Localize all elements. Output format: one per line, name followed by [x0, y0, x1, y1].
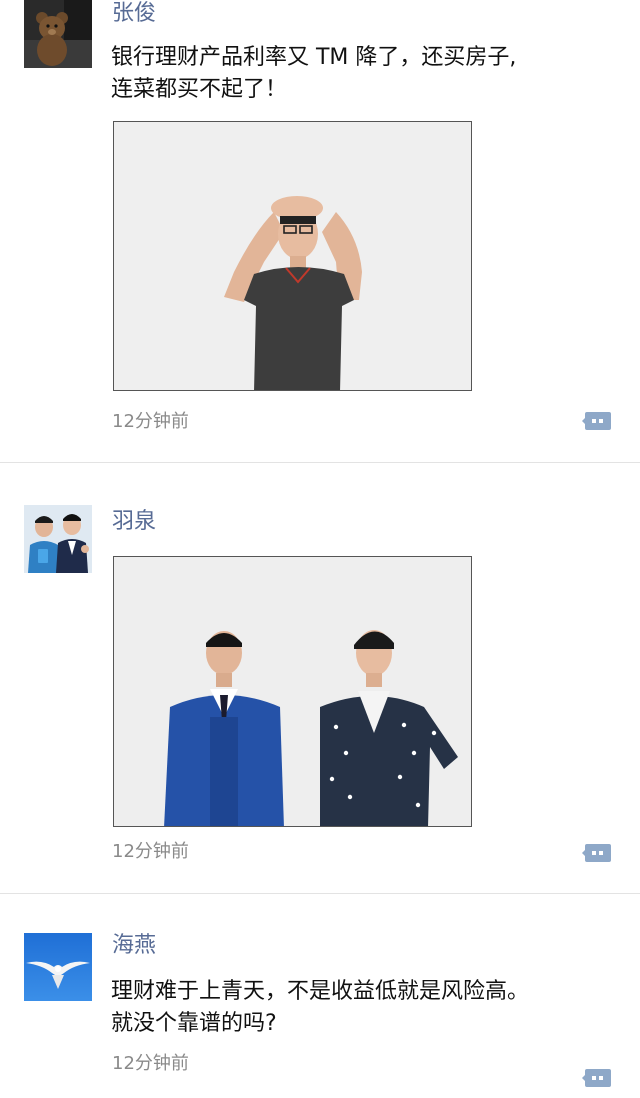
comment-bubble-icon: [582, 1069, 611, 1087]
comment-button[interactable]: [582, 842, 611, 866]
post-photo[interactable]: [113, 121, 472, 391]
man-hands-on-head-photo: [114, 122, 471, 390]
post-text-line: 理财难于上青天，不是收益低就是风险高。: [111, 979, 530, 1004]
divider: [0, 893, 640, 894]
post-text: 理财难于上青天，不是收益低就是风险高。 就没个靠谱的吗?: [111, 976, 611, 1040]
post-text: 银行理财产品利率又 TM 降了，还买房子, 连菜都买不起了！: [111, 42, 611, 106]
author-name[interactable]: 海燕: [112, 932, 156, 960]
two-men-standing-photo: [114, 557, 471, 826]
post-time: 12分钟前: [112, 411, 189, 432]
comment-button[interactable]: [582, 1067, 611, 1091]
avatar[interactable]: [24, 0, 92, 68]
divider: [0, 462, 640, 463]
teddy-bear-avatar-icon: [24, 0, 92, 68]
comment-bubble-icon: [582, 412, 611, 430]
post-time: 12分钟前: [112, 841, 189, 862]
seagull-avatar-icon: [24, 933, 92, 1001]
post-text-line: 就没个靠谱的吗?: [111, 1011, 277, 1036]
avatar[interactable]: [24, 505, 92, 573]
post-text-line: 银行理财产品利率又 TM 降了，还买房子,: [111, 45, 517, 70]
comment-bubble-icon: [582, 844, 611, 862]
post-text-line: 连菜都买不起了！: [111, 77, 288, 102]
two-men-avatar-icon: [24, 505, 92, 573]
avatar[interactable]: [24, 933, 92, 1001]
author-name[interactable]: 张俊: [112, 0, 156, 28]
comment-button[interactable]: [582, 410, 611, 434]
post-time: 12分钟前: [112, 1053, 189, 1074]
author-name[interactable]: 羽泉: [112, 508, 156, 536]
post-photo[interactable]: [113, 556, 472, 827]
